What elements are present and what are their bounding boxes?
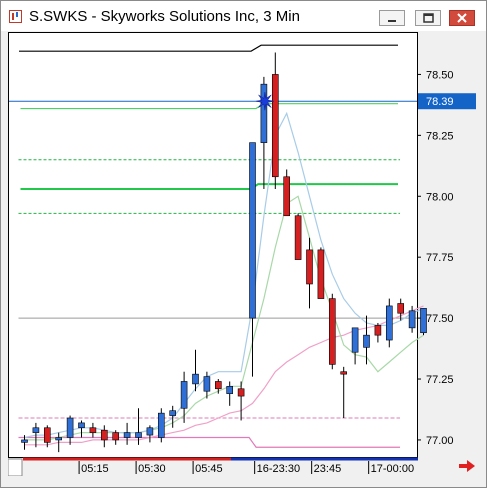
candle-body[interactable]	[363, 334, 370, 348]
price-tick-label: 77.75	[426, 252, 454, 264]
candle-body[interactable]	[294, 215, 302, 260]
close-icon	[457, 13, 467, 23]
title-bar[interactable]: S.SWKS - Skyworks Solutions Inc, 3 Min	[1, 1, 486, 31]
price-chart[interactable]: 78.50 78.25 78.00 77.75 77.50 77.25 77.00 78.39…	[8, 32, 478, 476]
candle-body[interactable]	[249, 142, 256, 319]
candle-body[interactable]	[180, 381, 188, 409]
candle-body[interactable]	[317, 249, 325, 299]
candle-body[interactable]	[408, 310, 416, 329]
green-upper-line	[20, 103, 398, 110]
candle-body[interactable]	[340, 371, 348, 375]
candle-body[interactable]	[101, 429, 108, 441]
candle-body[interactable]	[237, 388, 245, 397]
candle-body[interactable]	[226, 386, 233, 394]
window-title: S.SWKS - Skyworks Solutions Inc, 3 Min	[29, 8, 300, 25]
time-tick-label: 23:45	[314, 463, 342, 475]
candle-body[interactable]	[397, 303, 405, 314]
candle-body[interactable]	[203, 376, 211, 392]
candle-body[interactable]	[55, 437, 63, 441]
candle-body[interactable]	[135, 432, 142, 438]
candle-body[interactable]	[169, 410, 176, 416]
restore-icon	[423, 13, 434, 23]
candle-body[interactable]	[123, 432, 131, 438]
candle-body[interactable]	[32, 427, 40, 433]
restore-button[interactable]	[415, 10, 441, 26]
close-button[interactable]	[449, 10, 475, 26]
price-tick-label: 78.25	[426, 130, 454, 142]
scroll-right-arrow-icon[interactable]	[458, 459, 476, 473]
candle-body[interactable]	[112, 432, 119, 441]
minimize-button[interactable]	[379, 10, 405, 26]
candle-body[interactable]	[385, 305, 393, 341]
candle-body[interactable]	[146, 427, 154, 436]
time-scroll-start-box[interactable]	[8, 458, 23, 476]
candle-body[interactable]	[351, 327, 359, 353]
time-tick-label: 05:15	[81, 463, 109, 475]
candle-body[interactable]	[283, 176, 291, 217]
candle-body[interactable]	[89, 427, 97, 433]
candle-body[interactable]	[43, 427, 51, 443]
chart-area[interactable]: 78.50 78.25 78.00 77.75 77.50 77.25 77.00 78.39…	[8, 32, 478, 476]
candle-body[interactable]	[158, 412, 165, 438]
candle-body[interactable]	[78, 422, 85, 429]
candle-body[interactable]	[306, 249, 313, 285]
candle-body[interactable]	[66, 417, 74, 438]
black-reference-line	[19, 44, 398, 52]
time-tick-label: 17-00:00	[371, 463, 414, 475]
price-tick-label: 77.50	[426, 313, 454, 325]
minimize-icon	[388, 20, 396, 22]
candle-body[interactable]	[420, 308, 427, 334]
candle-body[interactable]	[271, 74, 279, 178]
candle-body[interactable]	[328, 298, 336, 365]
price-tick-label: 77.00	[426, 435, 454, 447]
candle-body[interactable]	[21, 439, 28, 443]
green-midline	[20, 183, 398, 190]
price-tick-label: 77.25	[426, 374, 454, 386]
price-tick-label: 78.50	[426, 69, 454, 81]
candle-body[interactable]	[374, 325, 382, 336]
candle-body[interactable]	[260, 83, 268, 143]
app-chart-icon	[9, 10, 22, 23]
candle-body[interactable]	[215, 381, 222, 390]
current-price-label: 78.39	[426, 96, 454, 108]
time-tick-label: 16-23:30	[257, 463, 300, 475]
time-tick-label: 05:45	[195, 463, 223, 475]
candle-body[interactable]	[192, 373, 199, 385]
last-price-marker-icon	[255, 92, 274, 111]
time-tick-label: 05:30	[138, 463, 166, 475]
price-tick-label: 78.00	[426, 191, 454, 203]
